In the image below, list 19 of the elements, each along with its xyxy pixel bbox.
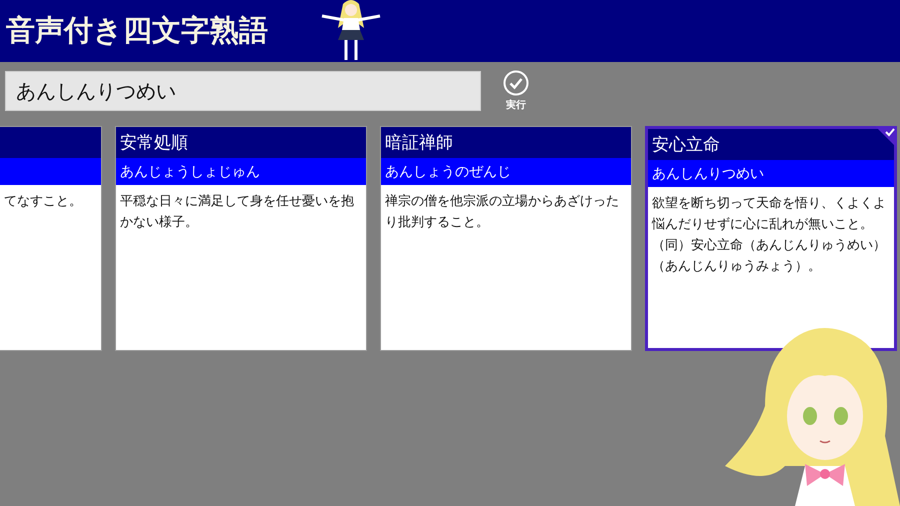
check-icon (503, 70, 529, 96)
card-description: 欲望を断ち切って天命を悟り、くよくよ悩んだりせずに心に乱れが無いこと。（同）安心立命（あんじんりゅうめい）（あんじんりゅうみょう）。 (650, 195, 887, 276)
run-button[interactable]: 実行 (503, 70, 529, 112)
word-card[interactable]: 安心立命 あんしんりつめい 欲望を断ち切って天命を悟り、くよくよ悩んだりせずに心に乱れが無いこと。（同）安心立命（あんじんりゅうめい）（あんじんりゅうみょう）。 (645, 126, 897, 351)
card-title: 暗証禅師 (385, 132, 453, 154)
selected-check-icon (875, 126, 897, 148)
card-description: てなすこと。 (3, 193, 83, 211)
word-card[interactable]: てなすこと。 (0, 126, 102, 351)
card-title: 安心立命 (652, 134, 720, 156)
card-description: 禅宗の僧を他宗派の立場からあざけったり批判すること。 (384, 193, 620, 232)
word-card[interactable]: 安常処順 あんじょうしょじゅん 平穏な日々に満足して身を任せ憂いを抱かない様子。 (115, 126, 367, 351)
search-field[interactable]: あんしんりつめい (5, 71, 481, 111)
app-title: 音声付き四文字熟語 (6, 12, 268, 49)
card-reading: あんしんりつめい (652, 164, 764, 182)
card-reading: あんしょうのぜんじ (385, 162, 511, 180)
card-description: 平穏な日々に満足して身を任せ憂いを抱かない様子。 (119, 193, 355, 232)
card-title: 安常処順 (120, 132, 188, 154)
word-card[interactable]: 暗証禅師 あんしょうのぜんじ 禅宗の僧を他宗派の立場からあざけったり批判すること。 (380, 126, 632, 351)
card-reading: あんじょうしょじゅん (120, 162, 260, 180)
